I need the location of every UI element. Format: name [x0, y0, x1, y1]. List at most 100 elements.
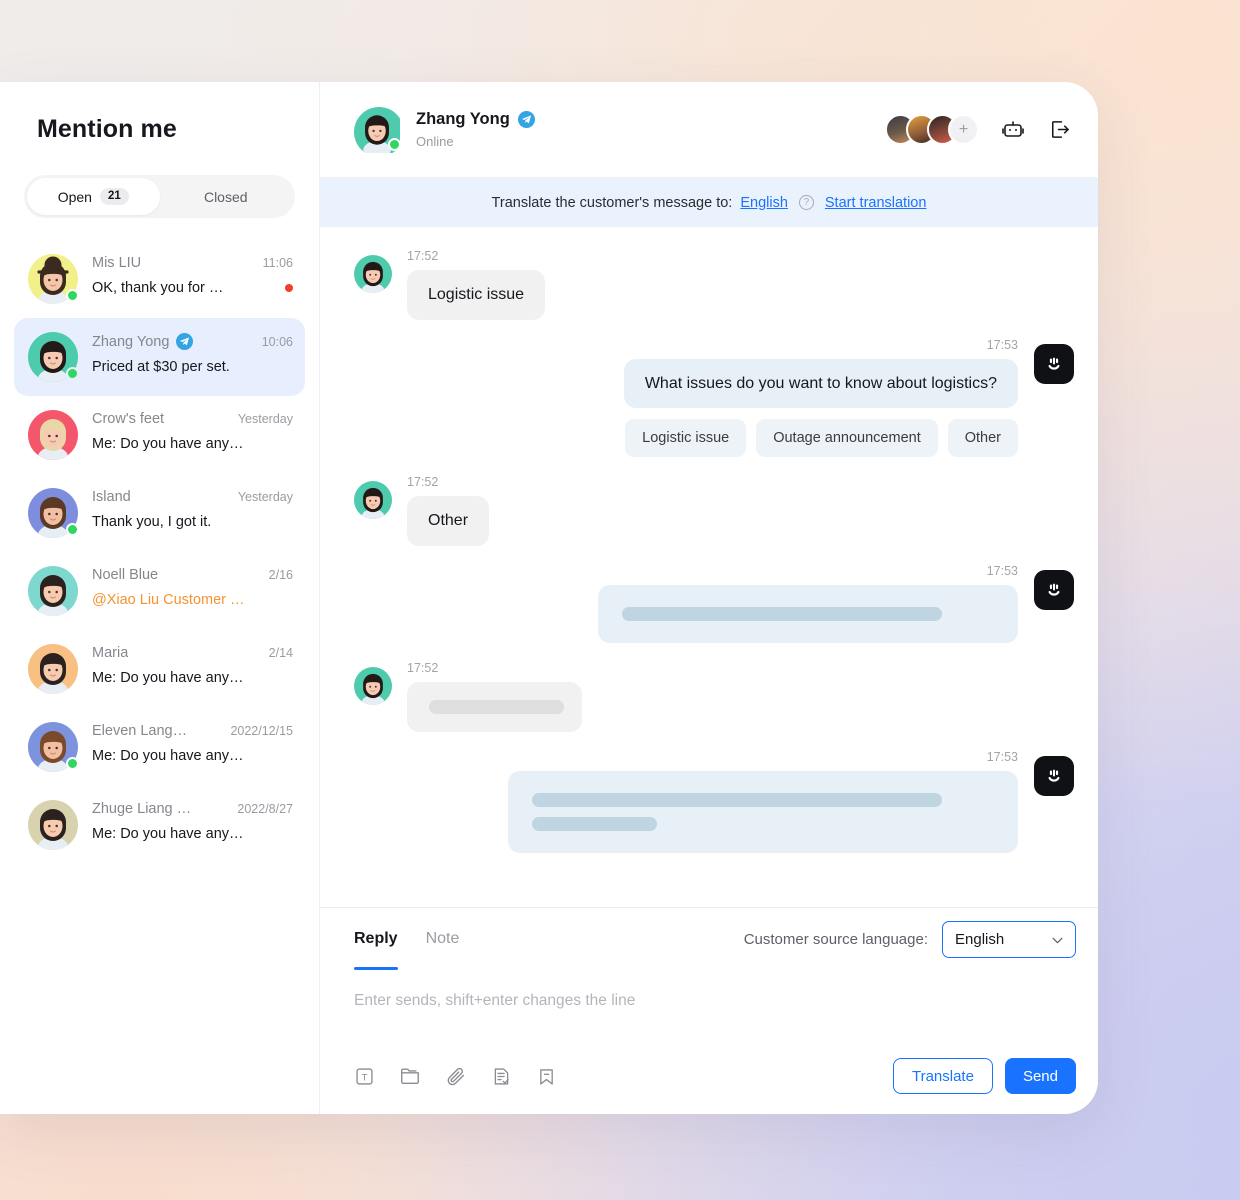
avatar-zhuge-liang	[28, 800, 78, 850]
list-item[interactable]: Mis LIU 11:06 OK, thank you for …	[14, 240, 305, 318]
message-input[interactable]: Enter sends, shift+enter changes the lin…	[320, 970, 1098, 1048]
message-time: 17:53	[986, 749, 1018, 764]
message-time: 17:52	[407, 249, 439, 263]
list-item-name: Island	[92, 489, 131, 505]
avatar-noell-blue	[28, 566, 78, 616]
message-composer: Reply Note Customer source language: Eng…	[320, 907, 1098, 1114]
question-mark-icon[interactable]: ?	[798, 195, 814, 210]
bot-icon[interactable]	[1001, 118, 1025, 142]
avatar-zhang-yong	[354, 481, 392, 520]
list-item-time: Yesterday	[237, 412, 293, 426]
tab-reply[interactable]: Reply	[354, 908, 398, 970]
list-item[interactable]: Zhang Yong 10:06 Priced at $30 per set.	[14, 318, 305, 396]
tab-open[interactable]: Open 21	[27, 178, 160, 215]
message-bubble: Other	[407, 496, 490, 546]
avatar	[28, 800, 78, 850]
message-placeholder-bar	[532, 816, 657, 831]
text-format-icon[interactable]: T	[354, 1066, 375, 1087]
send-button[interactable]: Send	[1004, 1058, 1076, 1094]
online-indicator	[388, 137, 401, 151]
avatar	[28, 332, 79, 382]
list-item[interactable]: Maria 2/14 Me: Do you have any…	[14, 630, 305, 708]
list-item-time: 2022/12/15	[230, 724, 293, 738]
list-item-time: 11:06	[262, 256, 293, 270]
online-indicator	[66, 523, 79, 536]
tab-open-badge: 21	[99, 187, 129, 206]
bot-avatar-icon	[1034, 343, 1074, 384]
telegram-icon	[517, 111, 535, 128]
message-placeholder-bar	[532, 792, 942, 807]
message-outgoing: 17:53 What issues do you want to know abo…	[354, 338, 1074, 458]
message-outgoing: 17:53	[354, 564, 1074, 643]
participants-stack[interactable]: +	[885, 114, 979, 145]
tab-closed-label: Closed	[203, 188, 248, 205]
translate-bar: Translate the customer's message to: Eng…	[320, 178, 1098, 227]
conversation-sidebar: Mention me Open 21 Closed Mis LIU 11:06 OK…	[0, 82, 320, 1114]
list-item[interactable]: Island Yesterday Thank you, I got it.	[14, 474, 305, 552]
message-incoming: 17:52 Other	[354, 475, 1074, 546]
message-incoming: 17:52 Logistic issue	[354, 249, 1074, 320]
list-item-name: Eleven Lang…	[92, 723, 188, 739]
list-item[interactable]: Eleven Lang… 2022/12/15 Me: Do you have an…	[14, 708, 305, 786]
bookmark-icon[interactable]	[536, 1066, 557, 1087]
quick-reply-chip[interactable]: Logistic issue	[625, 419, 747, 458]
telegram-icon	[176, 333, 194, 350]
quick-reply-chip[interactable]: Other	[947, 419, 1018, 458]
list-item-preview: @Xiao Liu Customer …	[92, 592, 245, 608]
list-item-name: Noell Blue	[92, 567, 159, 583]
list-item-time: 2/16	[268, 568, 293, 582]
avatar-crows-feet	[28, 410, 78, 460]
message-stream[interactable]: 17:52 Logistic issue 17:53 What issues do y…	[320, 227, 1098, 907]
list-item[interactable]: Crow's feet Yesterday Me: Do you have any…	[14, 396, 305, 474]
folder-icon[interactable]	[399, 1065, 421, 1087]
avatar	[354, 106, 401, 157]
message-time: 17:52	[407, 660, 439, 675]
tab-note[interactable]: Note	[426, 908, 460, 970]
chat-contact-name: Zhang Yong	[416, 110, 510, 128]
list-item[interactable]: Noell Blue 2/16 @Xiao Liu Customer …	[14, 552, 305, 630]
avatar	[28, 644, 78, 694]
start-translation-link[interactable]: Start translation	[825, 195, 927, 211]
message-bubble-placeholder	[508, 770, 1018, 853]
avatar	[28, 254, 79, 304]
list-item-preview: Priced at $30 per set.	[92, 359, 230, 375]
avatar-zhang-yong	[354, 255, 392, 293]
page-title: Mention me	[37, 115, 177, 143]
message-bubble: Logistic issue	[407, 270, 546, 320]
translate-button[interactable]: Translate	[892, 1058, 993, 1094]
message-bubble: What issues do you want to know about lo…	[623, 358, 1018, 409]
list-item[interactable]: Zhuge Liang … 2022/8/27 Me: Do you have an…	[14, 786, 305, 864]
paperclip-icon[interactable]	[445, 1065, 467, 1087]
source-language-label: Customer source language:	[743, 930, 928, 948]
avatar	[28, 410, 78, 460]
list-item-time: Yesterday	[237, 490, 293, 504]
logout-icon[interactable]	[1047, 118, 1070, 141]
message-placeholder-bar	[622, 606, 942, 621]
quick-reply-icon[interactable]	[491, 1066, 512, 1087]
tab-closed[interactable]: Closed	[160, 178, 293, 215]
list-item-preview: Me: Do you have any…	[92, 826, 244, 842]
source-language-value: English	[955, 930, 1005, 948]
list-item-time: 10:06	[261, 334, 293, 349]
translate-language-link[interactable]: English	[740, 195, 788, 211]
chat-panel: Zhang Yong Online + Translate the custom…	[320, 82, 1098, 1114]
conversation-list[interactable]: Mis LIU 11:06 OK, thank you for … Zhang Yon…	[0, 240, 319, 1114]
message-incoming: 17:52	[354, 661, 1074, 732]
source-language-select[interactable]: English	[942, 920, 1076, 958]
svg-text:T: T	[362, 1072, 368, 1083]
bot-avatar-icon	[1034, 569, 1074, 610]
online-indicator	[66, 367, 79, 380]
message-time: 17:52	[407, 475, 439, 490]
message-bubble-placeholder	[598, 584, 1018, 643]
message-bubble-placeholder	[407, 681, 582, 732]
list-item-preview: OK, thank you for …	[92, 280, 224, 296]
list-item-name: Zhuge Liang …	[92, 801, 192, 817]
add-participant-button[interactable]: +	[948, 114, 979, 145]
chat-contact-status: Online	[416, 134, 454, 149]
list-item-name: Zhang Yong	[92, 333, 194, 350]
list-item-name: Mis LIU	[92, 255, 142, 271]
quick-reply-chip[interactable]: Outage announcement	[756, 419, 938, 458]
tab-open-label: Open	[57, 188, 92, 205]
list-item-preview: Me: Do you have any…	[92, 748, 244, 764]
avatar-maria	[28, 644, 78, 694]
